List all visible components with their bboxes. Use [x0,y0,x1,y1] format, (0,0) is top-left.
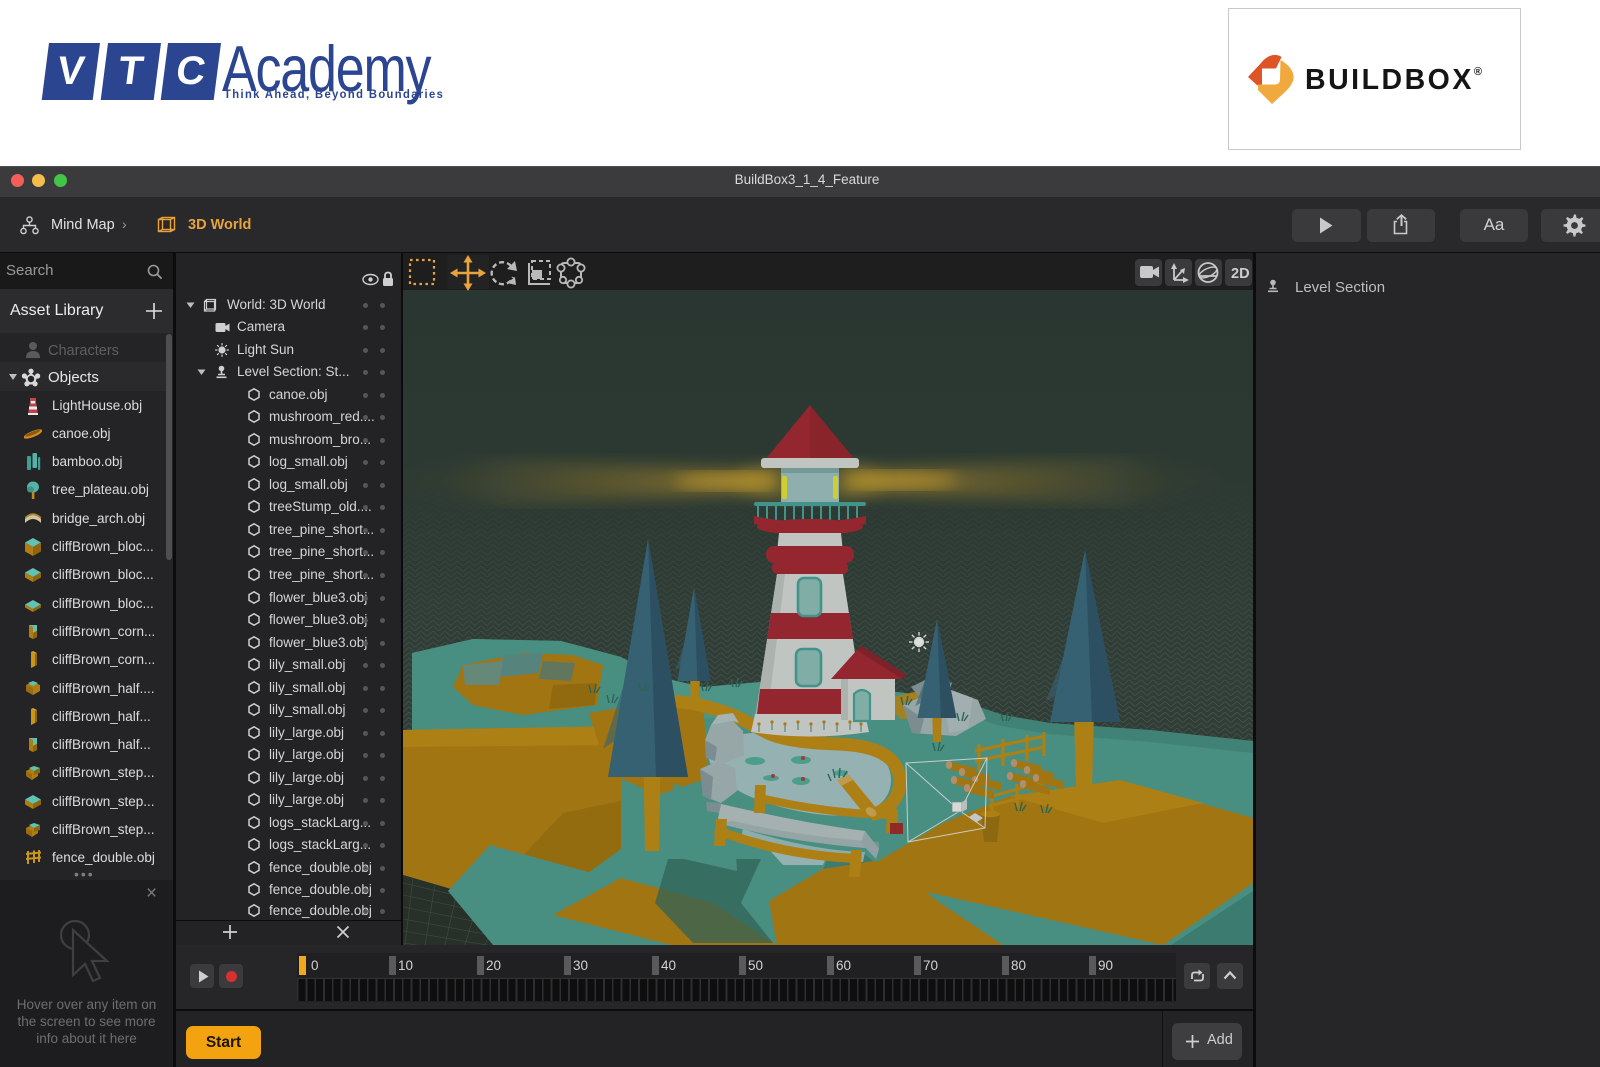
svg-text:2D: 2D [1231,266,1250,282]
